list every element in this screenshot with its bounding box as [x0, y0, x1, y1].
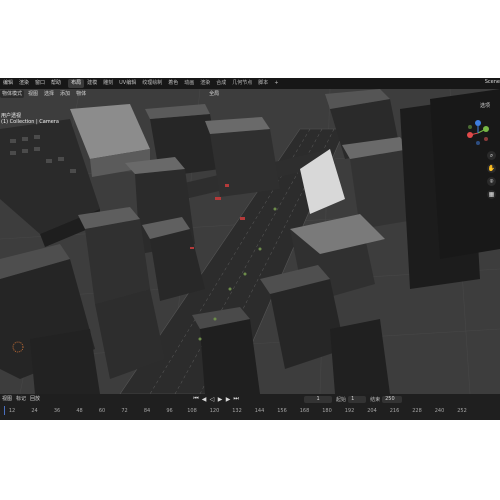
end-label: 结束 — [370, 396, 381, 403]
menu-view[interactable]: 视图 — [26, 90, 40, 98]
transform-orientation-dropdown[interactable]: 全局 — [207, 90, 221, 98]
tab-modeling[interactable]: 建模 — [84, 79, 100, 88]
camera-view-icon[interactable]: ⌾ — [487, 177, 496, 186]
zoom-icon[interactable]: ⌕ — [487, 151, 496, 160]
3d-viewport[interactable]: 物体模式 视图 选择 添加 物体 全局 选项 用户透视 (1) Collecti… — [0, 89, 500, 394]
play-reverse-icon[interactable]: ◁ — [208, 396, 216, 403]
menu-add[interactable]: 添加 — [58, 90, 72, 98]
prev-keyframe-icon[interactable]: ◀ — [200, 396, 208, 403]
timeline-tick: 228 — [412, 408, 422, 414]
next-keyframe-icon[interactable]: ▶ — [224, 396, 232, 403]
menu-object[interactable]: 物体 — [74, 90, 88, 98]
gizmo-z-axis[interactable] — [475, 120, 481, 126]
gizmo-y-axis[interactable] — [483, 126, 489, 132]
timeline-tick: 96 — [166, 408, 173, 414]
timeline-ruler[interactable]: 12 24 36 48 60 72 84 96 108 120 132 144 156 168 180 192… — [0, 406, 500, 417]
playhead[interactable] — [4, 406, 5, 415]
top-bar: 编辑 渲染 窗口 帮助 布局 建模 雕刻 UV编辑 纹理绘制 着色 动画 渲染 … — [0, 78, 500, 89]
jump-start-icon[interactable]: ⏮ — [192, 395, 200, 403]
timeline-tick: 180 — [322, 408, 332, 414]
interaction-mode-dropdown[interactable]: 物体模式 — [0, 90, 25, 98]
gizmo-x-axis[interactable] — [467, 132, 473, 138]
tab-compositing[interactable]: 合成 — [213, 79, 229, 88]
menu-render[interactable]: 渲染 — [16, 78, 32, 89]
timeline-tick: 144 — [254, 408, 265, 414]
start-label: 起始 — [336, 396, 347, 403]
timeline-tick: 132 — [232, 408, 242, 414]
timeline-menu-view[interactable]: 视图 — [0, 395, 14, 403]
timeline-menu-playback[interactable]: 回放 — [28, 395, 42, 403]
timeline-tick: 12 — [8, 408, 16, 414]
end-frame-field[interactable]: 250 — [382, 395, 403, 403]
timeline-tick: 60 — [98, 408, 106, 414]
menu-help[interactable]: 帮助 — [48, 78, 64, 89]
timeline-tick: 24 — [31, 408, 38, 414]
tab-scripting[interactable]: 脚本 — [255, 79, 271, 88]
blender-window: 编辑 渲染 窗口 帮助 布局 建模 雕刻 UV编辑 纹理绘制 着色 动画 渲染 … — [0, 78, 500, 420]
timeline-header: 视图 标记 回放 ⏮ ◀ ◁ ▶ ▶ ⏭ 1 起始 1 结束 250 — [0, 394, 500, 404]
timeline-tick: 84 — [143, 408, 151, 414]
navigation-gizmo[interactable] — [464, 119, 492, 147]
timeline-panel: 视图 标记 回放 ⏮ ◀ ◁ ▶ ▶ ⏭ 1 起始 1 结束 250 12 24 3… — [0, 394, 500, 420]
timeline-tick: 156 — [277, 408, 287, 414]
add-workspace-button[interactable]: + — [271, 79, 281, 88]
timeline-tick: 240 — [434, 408, 445, 414]
menu-select[interactable]: 选择 — [42, 90, 56, 98]
timeline-tick: 168 — [299, 408, 310, 414]
play-icon[interactable]: ▶ — [216, 396, 224, 403]
timeline-tick: 216 — [389, 408, 400, 414]
menu-edit[interactable]: 编辑 — [0, 78, 16, 89]
timeline-tick: 72 — [121, 408, 128, 414]
tab-animation[interactable]: 动画 — [181, 79, 197, 88]
timeline-menu-marker[interactable]: 标记 — [14, 395, 28, 403]
timeline-tick: 192 — [344, 408, 355, 414]
timeline-tick: 204 — [367, 408, 377, 414]
tab-shading[interactable]: 着色 — [165, 79, 181, 88]
viewport-header: 物体模式 视图 选择 添加 物体 全局 — [0, 89, 500, 99]
timeline-tick: 252 — [457, 408, 467, 414]
current-frame-field[interactable]: 1 — [304, 395, 333, 403]
timeline-tick: 120 — [209, 408, 220, 414]
tab-sculpting[interactable]: 雕刻 — [100, 79, 116, 88]
tab-texture-paint[interactable]: 纹理绘制 — [139, 79, 165, 88]
scene-selector[interactable]: Scene — [485, 79, 500, 85]
tab-layout[interactable]: 布局 — [68, 79, 85, 88]
timeline-tick: 48 — [76, 408, 83, 414]
start-frame-field[interactable]: 1 — [348, 395, 367, 403]
tab-geometry-nodes[interactable]: 几何节点 — [229, 79, 255, 88]
options-dropdown[interactable]: 选项 — [480, 102, 490, 109]
timeline-tick: 108 — [187, 408, 197, 414]
pan-hand-icon[interactable]: ✋ — [487, 164, 496, 173]
jump-end-icon[interactable]: ⏭ — [232, 395, 240, 403]
viewport-info: 用户透视 (1) Collection | Camera — [1, 113, 59, 125]
tab-rendering[interactable]: 渲染 — [197, 79, 213, 88]
city-scene-render — [0, 89, 500, 394]
menu-window[interactable]: 窗口 — [32, 78, 48, 89]
tab-uv-editing[interactable]: UV编辑 — [116, 79, 139, 88]
collection-label: (1) Collection | Camera — [1, 119, 59, 125]
grid-view-icon[interactable]: ▦ — [487, 190, 496, 199]
timeline-tick: 36 — [53, 408, 61, 414]
